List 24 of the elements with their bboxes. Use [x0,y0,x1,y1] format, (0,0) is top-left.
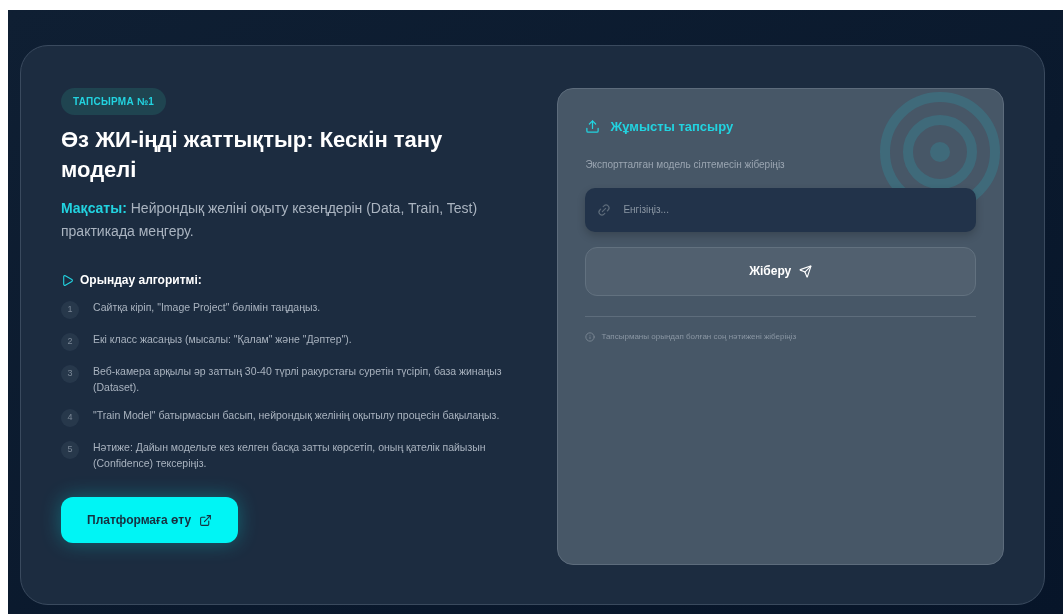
info-icon [585,331,596,342]
task-badge: ТАПСЫРМА №1 [61,88,167,115]
step-number: 1 [61,301,79,319]
submission-title: Жұмысты тапсыру [610,118,734,136]
step-text: Веб-камера арқылы әр заттың 30-40 түрлі ракурстағы суретін түсіріп, база жинаңыз (Dataset). [93,364,503,395]
step-number: 3 [61,365,79,383]
step-text: Екі класс жасаңыз (мысалы: "Қалам" және "Дәптер"). [93,332,353,347]
algorithm-heading: Орындау алгоритмі: [80,272,202,289]
task-goal: Мақсаты: Нейрондық желіні оқыту кезеңдерін (Data, Train, Test) практикада меңгеру. [61,199,479,241]
step-text: "Train Model" батырмасын басып, нейрондық желінің оқытылу процесін бақылаңыз. [93,408,501,423]
send-button[interactable]: Жіберу [585,246,976,296]
link-input-field[interactable]: Енгізіңіз... [585,187,976,232]
send-icon [799,264,813,278]
play-icon [61,273,74,287]
step-text: Нәтиже: Дайын модельге кез келген басқа затты көрсетіп, оның қателік пайызын (Confidence) тексеріңіз. [93,440,487,471]
link-label: Экспортталған модель сілтемесін жіберіңіз [585,157,786,172]
task-title: Өз ЖИ-іңді жаттықтыр: Кескін тану моделі [61,126,444,184]
step-number: 4 [61,409,79,427]
step-number: 5 [61,441,79,459]
step-text: Сайтқа кіріп, "Image Project" бөлімін таңдаңыз. [93,300,322,315]
external-link-icon [199,513,213,527]
upload-icon [585,119,601,135]
platform-button[interactable]: Платформаға өту [61,497,239,543]
step-number: 2 [61,333,79,351]
